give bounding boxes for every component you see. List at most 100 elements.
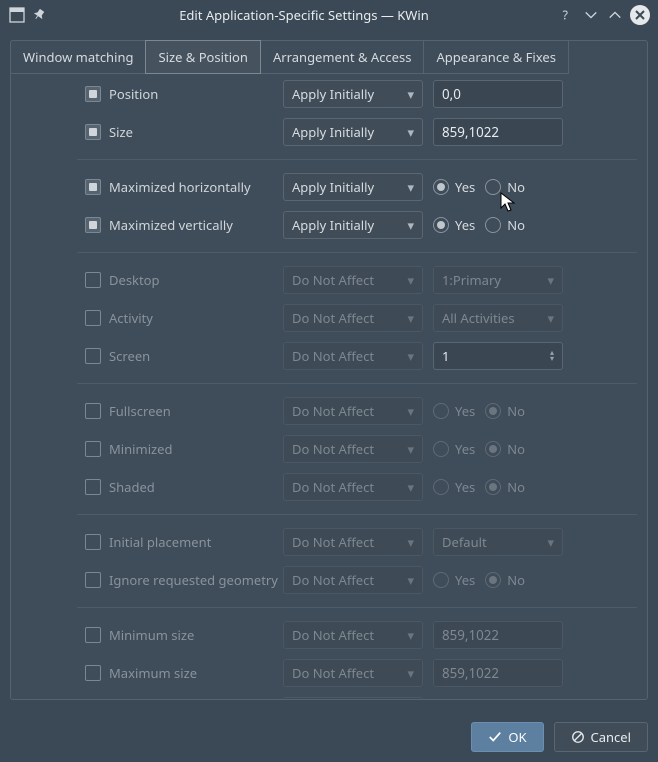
checkbox-size[interactable] (85, 124, 101, 140)
checkbox-fullscreen[interactable] (85, 403, 101, 419)
pin-icon[interactable] (32, 6, 50, 24)
policy-obey-geom: Do Not Affect ▾ (283, 697, 423, 699)
radio-label: Yes (455, 402, 475, 420)
tab-arrangement[interactable]: Arrangement & Access (260, 40, 425, 74)
policy-max-h[interactable]: Apply Initially ▾ (283, 173, 423, 201)
label-initial-placement: Initial placement (109, 533, 283, 551)
policy-screen: Do Not Affect ▾ (283, 342, 423, 370)
policy-minimized: Do Not Affect ▾ (283, 435, 423, 463)
cancel-icon (571, 730, 585, 744)
separator (77, 383, 637, 384)
policy-text: Apply Initially (292, 85, 374, 103)
chevron-down-icon: ▾ (407, 533, 414, 551)
chevron-down-icon: ▾ (407, 440, 414, 458)
checkbox-activity[interactable] (85, 310, 101, 326)
policy-ignore-geom: Do Not Affect ▾ (283, 566, 423, 594)
row-activity: Activity Do Not Affect ▾ All Activities … (21, 299, 637, 337)
radio-max-h-no[interactable]: No (485, 178, 525, 196)
checkbox-screen[interactable] (85, 348, 101, 364)
policy-text: Do Not Affect (292, 533, 374, 551)
row-position: Position Apply Initially ▾ (21, 75, 637, 113)
checkbox-max-h[interactable] (85, 179, 101, 195)
cancel-button[interactable]: Cancel (554, 722, 648, 752)
policy-text: Do Not Affect (292, 440, 374, 458)
row-fullscreen: Fullscreen Do Not Affect ▾ Yes No (21, 392, 637, 430)
checkbox-minimized[interactable] (85, 441, 101, 457)
tab-frame: Window matching Size & Position Arrangem… (10, 40, 648, 700)
spin-arrows-icon[interactable]: ▴▾ (550, 350, 554, 362)
chevron-down-icon: ▾ (407, 478, 414, 496)
policy-text: Apply Initially (292, 178, 374, 196)
policy-position[interactable]: Apply Initially ▾ (283, 80, 423, 108)
minimize-icon[interactable] (582, 6, 600, 24)
radio-fullscreen-no: No (485, 402, 525, 420)
tab-content: Position Apply Initially ▾ Size Apply In… (11, 75, 647, 699)
radio-max-v-no[interactable]: No (485, 216, 525, 234)
tab-appearance[interactable]: Appearance & Fixes (423, 40, 568, 74)
radio-label: Yes (455, 440, 475, 458)
radio-shaded-yes: Yes (433, 478, 475, 496)
value-initial-placement: Default ▾ (433, 528, 563, 556)
checkbox-max-v[interactable] (85, 217, 101, 233)
button-label: OK (508, 728, 526, 746)
checkbox-min-size[interactable] (85, 627, 101, 643)
value-screen[interactable]: 1 ▴▾ (433, 342, 563, 370)
combo-text: All Activities (442, 309, 515, 327)
ok-button[interactable]: OK (471, 722, 543, 752)
row-initial-placement: Initial placement Do Not Affect ▾ Defaul… (21, 523, 637, 561)
chevron-down-icon: ▾ (407, 626, 414, 644)
chevron-down-icon: ▾ (407, 309, 414, 327)
row-shaded: Shaded Do Not Affect ▾ Yes No (21, 468, 637, 506)
row-ignore-geom: Ignore requested geometry Do Not Affect … (21, 561, 637, 599)
maximize-icon[interactable] (606, 6, 624, 24)
row-min-size: Minimum size Do Not Affect ▾ (21, 616, 637, 654)
radio-max-h-yes[interactable]: Yes (433, 178, 475, 196)
row-max-size: Maximum size Do Not Affect ▾ (21, 654, 637, 692)
policy-text: Do Not Affect (292, 571, 374, 589)
policy-size[interactable]: Apply Initially ▾ (283, 118, 423, 146)
checkbox-ignore-geom[interactable] (85, 572, 101, 588)
policy-shaded: Do Not Affect ▾ (283, 473, 423, 501)
help-icon[interactable]: ? (558, 6, 576, 24)
policy-text: Do Not Affect (292, 347, 374, 365)
radio-label: Yes (455, 571, 475, 589)
tab-window-matching[interactable]: Window matching (10, 40, 146, 74)
separator (77, 252, 637, 253)
policy-text: Apply Initially (292, 123, 374, 141)
check-icon (488, 730, 502, 744)
label-fullscreen: Fullscreen (109, 402, 283, 420)
separator (77, 514, 637, 515)
chevron-down-icon: ▾ (407, 402, 414, 420)
policy-desktop: Do Not Affect ▾ (283, 266, 423, 294)
radio-ignore-geom-yes: Yes (433, 571, 475, 589)
row-desktop: Desktop Do Not Affect ▾ 1:Primary ▾ (21, 261, 637, 299)
checkbox-position[interactable] (85, 86, 101, 102)
tab-size-position[interactable]: Size & Position (145, 40, 260, 74)
radio-label: No (507, 178, 525, 196)
label-max-size: Maximum size (109, 664, 283, 682)
radio-label: No (507, 402, 525, 420)
separator (77, 607, 637, 608)
policy-max-v[interactable]: Apply Initially ▾ (283, 211, 423, 239)
checkbox-max-size[interactable] (85, 665, 101, 681)
checkbox-desktop[interactable] (85, 272, 101, 288)
radio-max-v-yes[interactable]: Yes (433, 216, 475, 234)
label-shaded: Shaded (109, 478, 283, 496)
checkbox-shaded[interactable] (85, 479, 101, 495)
chevron-down-icon: ▾ (407, 216, 414, 234)
checkbox-initial-placement[interactable] (85, 534, 101, 550)
close-icon[interactable] (630, 5, 650, 25)
window-menu-icon[interactable] (8, 6, 26, 24)
button-label: Cancel (591, 728, 631, 746)
spin-text: 1 (442, 347, 449, 365)
radio-minimized-yes: Yes (433, 440, 475, 458)
label-max-h: Maximized horizontally (109, 178, 283, 196)
input-size[interactable] (433, 118, 563, 146)
chevron-down-icon: ▾ (407, 178, 414, 196)
policy-text: Do Not Affect (292, 626, 374, 644)
input-position[interactable] (433, 80, 563, 108)
chevron-down-icon: ▾ (407, 271, 414, 289)
chevron-down-icon: ▾ (407, 123, 414, 141)
label-size: Size (109, 123, 283, 141)
chevron-down-icon: ▾ (547, 271, 554, 289)
